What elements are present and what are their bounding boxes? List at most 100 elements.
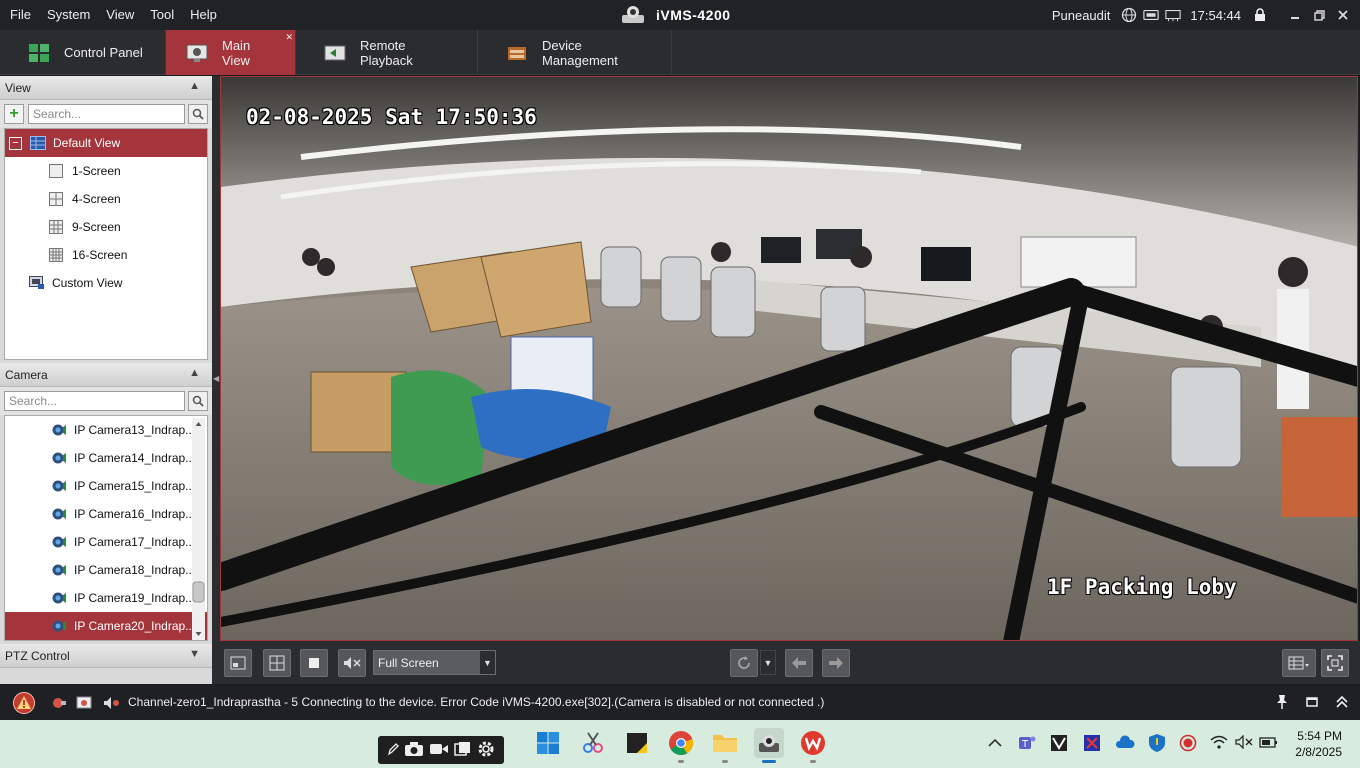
screen-mode-value: Full Screen	[378, 655, 439, 670]
alarm-warning-icon[interactable]	[12, 692, 36, 717]
camera-panel-header[interactable]: Camera ▲	[0, 363, 212, 387]
menu-help[interactable]: Help	[182, 0, 225, 30]
rotate-dropdown-icon[interactable]: ▼	[760, 650, 776, 675]
globe-icon[interactable]	[1121, 7, 1137, 23]
battery-icon[interactable]	[1259, 735, 1279, 752]
camera-icon[interactable]	[404, 741, 424, 760]
expand-icon[interactable]: ▼	[189, 648, 200, 660]
capture-toolbar	[378, 736, 504, 764]
teams-tray-icon[interactable]: T	[1018, 734, 1036, 755]
video-alarm-icon[interactable]	[76, 695, 94, 714]
stop-all-button[interactable]	[300, 649, 328, 677]
previous-page-button[interactable]	[785, 649, 813, 677]
tree-item-16-screen[interactable]: 16-Screen	[5, 241, 207, 269]
fullscreen-button[interactable]	[1321, 649, 1349, 677]
camera-list-item[interactable]: IP Camera16_Indrap...	[5, 500, 207, 528]
tray-app-icon[interactable]	[1050, 734, 1068, 755]
add-view-button[interactable]: +	[4, 104, 24, 124]
video-record-icon[interactable]	[429, 742, 449, 759]
tree-item-default-view[interactable]: − Default View	[5, 129, 207, 157]
tab-main-view[interactable]: Main View ✕	[166, 30, 296, 75]
camera-list-item[interactable]: IP Camera17_Indrap...	[5, 528, 207, 556]
sticky-notes-icon[interactable]	[622, 728, 652, 758]
ivms-taskbar-icon[interactable]	[754, 728, 784, 763]
tab-label: Remote Playback	[360, 37, 413, 68]
view-search-input[interactable]: Search...	[28, 104, 185, 124]
camera-list-scrollbar[interactable]	[192, 418, 205, 640]
collapse-toggle-icon[interactable]: −	[9, 136, 22, 150]
start-button[interactable]	[533, 728, 563, 758]
view-panel-header[interactable]: View ▲	[0, 76, 212, 100]
menu-view[interactable]: View	[98, 0, 142, 30]
snipping-tool-icon[interactable]	[578, 728, 608, 758]
minimize-button[interactable]	[1284, 4, 1306, 26]
pin-icon[interactable]	[1275, 694, 1289, 713]
running-indicator	[722, 760, 728, 763]
video-window[interactable]: 02-08-2025 Sat 17:50:36 1F Packing Loby	[220, 76, 1358, 641]
collapse-icon[interactable]: ▲	[189, 367, 200, 379]
hdd-icon[interactable]	[1143, 7, 1160, 23]
panel-splitter[interactable]: ◀	[212, 76, 220, 684]
onedrive-sync-icon[interactable]	[1115, 734, 1135, 755]
alarm-output-icon[interactable]	[51, 695, 67, 714]
layout-grid-button[interactable]	[263, 649, 291, 677]
security-shield-icon[interactable]	[1148, 733, 1166, 756]
tray-app-icon-2[interactable]	[1083, 734, 1101, 755]
tree-item-4-screen[interactable]: 4-Screen	[5, 185, 207, 213]
tree-item-1-screen[interactable]: 1-Screen	[5, 157, 207, 185]
collapse-left-icon[interactable]: ◀	[213, 374, 219, 383]
chrome-icon[interactable]	[666, 728, 696, 763]
search-icon[interactable]	[188, 391, 208, 411]
tab-control-panel[interactable]: Control Panel	[0, 30, 166, 75]
tree-item-custom-view[interactable]: Custom View	[5, 269, 207, 297]
layout-small-button[interactable]	[224, 649, 252, 677]
screen-mode-select[interactable]: Full Screen ▼	[373, 650, 496, 675]
audio-alarm-icon[interactable]	[103, 695, 121, 714]
close-button[interactable]	[1332, 4, 1354, 26]
camera-panel-title: Camera	[5, 367, 48, 382]
tab-remote-playback[interactable]: Remote Playback	[296, 30, 478, 75]
settings-gear-icon[interactable]	[477, 740, 495, 761]
camera-list-item[interactable]: IP Camera19_Indrap...	[5, 584, 207, 612]
expand-up-icon[interactable]	[1336, 695, 1348, 712]
title-clock: 17:54:44	[1190, 7, 1241, 23]
camera-list-item[interactable]: IP Camera20_Indrap...	[5, 612, 207, 640]
menu-system[interactable]: System	[39, 0, 98, 30]
ptz-panel-header[interactable]: PTZ Control ▼	[0, 644, 212, 668]
camera-list-item[interactable]: IP Camera13_Indrap...	[5, 416, 207, 444]
menu-tool[interactable]: Tool	[142, 0, 182, 30]
tab-device-management[interactable]: Device Management	[478, 30, 672, 75]
menu-file[interactable]: File	[2, 0, 39, 30]
taskbar-clock[interactable]: 5:54 PM 2/8/2025	[1295, 728, 1342, 760]
chevron-down-icon[interactable]: ▼	[480, 651, 495, 674]
lock-icon[interactable]	[1252, 7, 1268, 23]
tab-close-icon[interactable]: ✕	[285, 32, 293, 43]
mute-button[interactable]	[338, 649, 366, 677]
camera-list-item[interactable]: IP Camera18_Indrap...	[5, 556, 207, 584]
rotate-button[interactable]	[730, 649, 758, 677]
next-page-button[interactable]	[822, 649, 850, 677]
tray-chevron-up-icon[interactable]	[988, 737, 1002, 751]
pen-icon[interactable]	[387, 742, 399, 759]
collapse-icon[interactable]: ▲	[189, 80, 200, 92]
wifi-icon[interactable]	[1210, 735, 1228, 752]
search-icon[interactable]	[188, 104, 208, 124]
user-name: Puneaudit	[1051, 7, 1111, 23]
windows-icon[interactable]	[454, 741, 472, 760]
restore-panel-icon[interactable]	[1306, 696, 1318, 711]
camera-list-item[interactable]: IP Camera15_Indrap...	[5, 472, 207, 500]
window-division-button[interactable]	[1282, 649, 1316, 677]
volume-muted-icon[interactable]	[1235, 734, 1253, 752]
restore-button[interactable]	[1308, 4, 1330, 26]
camera-search-input[interactable]: Search...	[4, 391, 185, 411]
ip-camera-icon	[51, 452, 67, 464]
title-bar: File System View Tool Help iVMS-4200 Pun…	[0, 0, 1360, 30]
ip-camera-icon	[51, 424, 67, 436]
wps-office-icon[interactable]	[798, 728, 828, 763]
ram-icon[interactable]	[1165, 7, 1182, 23]
tree-item-9-screen[interactable]: 9-Screen	[5, 213, 207, 241]
running-indicator	[810, 760, 816, 763]
record-tray-icon[interactable]	[1179, 734, 1197, 755]
camera-list-item[interactable]: IP Camera14_Indrap...	[5, 444, 207, 472]
file-explorer-icon[interactable]	[710, 728, 740, 763]
